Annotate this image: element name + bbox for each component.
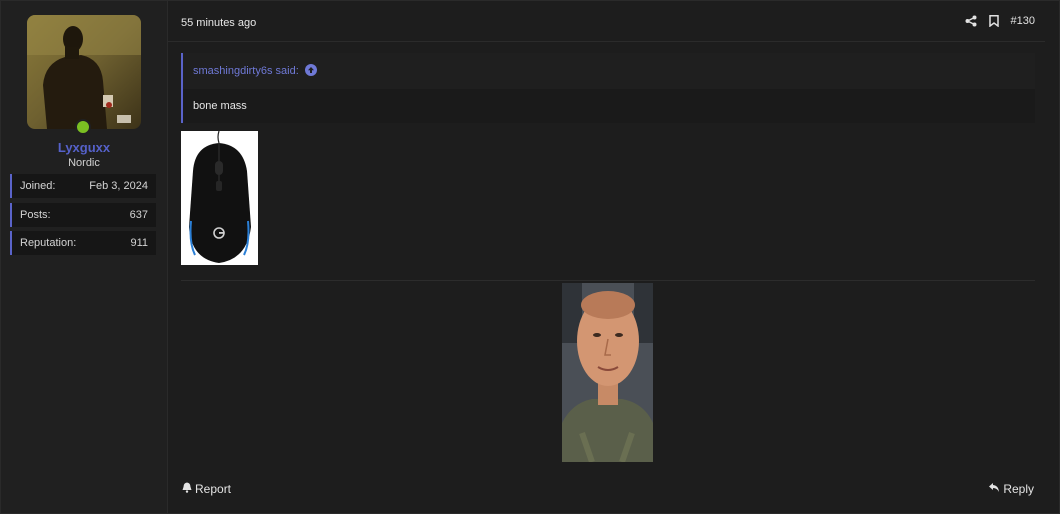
reply-icon: [988, 482, 1000, 496]
user-sidebar: Lyxguxx Nordic Joined: Feb 3, 2024 Posts…: [1, 1, 168, 513]
quote-header[interactable]: smashingdirty6s said:: [183, 53, 1035, 89]
post-main: 55 minutes ago #130 smashingdirty6s said…: [168, 1, 1045, 513]
stat-label: Reputation:: [20, 237, 77, 249]
arrow-up-circle-icon[interactable]: [304, 63, 317, 79]
stat-value: 911: [130, 237, 148, 249]
post-header: 55 minutes ago #130: [168, 1, 1045, 42]
bell-icon: [182, 482, 192, 496]
avatar-container[interactable]: [27, 15, 141, 135]
username[interactable]: Lyxguxx: [1, 140, 167, 155]
stat-label: Posts:: [20, 209, 51, 221]
stat-value: 637: [129, 209, 148, 221]
stat-label: Joined:: [20, 180, 56, 192]
stat-reputation: Reputation: 911: [10, 231, 156, 255]
post-header-actions: #130: [965, 15, 1035, 27]
report-button[interactable]: Report: [182, 482, 231, 496]
user-title: Nordic: [68, 157, 100, 169]
quote-block: smashingdirty6s said: bone mass: [181, 53, 1035, 123]
forum-post: Lyxguxx Nordic Joined: Feb 3, 2024 Posts…: [0, 0, 1060, 514]
stat-value: Feb 3, 2024: [89, 180, 148, 192]
quote-text: bone mass: [193, 100, 247, 112]
reply-label: Reply: [1003, 482, 1034, 496]
avatar[interactable]: [27, 15, 141, 129]
content-divider: [181, 280, 1035, 281]
post-number-link[interactable]: #130: [1011, 15, 1035, 27]
post-timestamp[interactable]: 55 minutes ago: [181, 17, 256, 29]
bookmark-icon[interactable]: [988, 15, 999, 27]
share-icon[interactable]: [965, 15, 977, 27]
man-portrait-image[interactable]: [562, 283, 653, 462]
online-status-indicator: [75, 119, 91, 135]
quote-author[interactable]: smashingdirty6s said:: [193, 65, 299, 77]
report-label: Report: [195, 482, 232, 496]
stat-posts: Posts: 637: [10, 203, 156, 227]
stat-joined: Joined: Feb 3, 2024: [10, 174, 156, 198]
reply-button[interactable]: Reply: [988, 482, 1034, 496]
gaming-mouse-image[interactable]: [181, 131, 258, 265]
